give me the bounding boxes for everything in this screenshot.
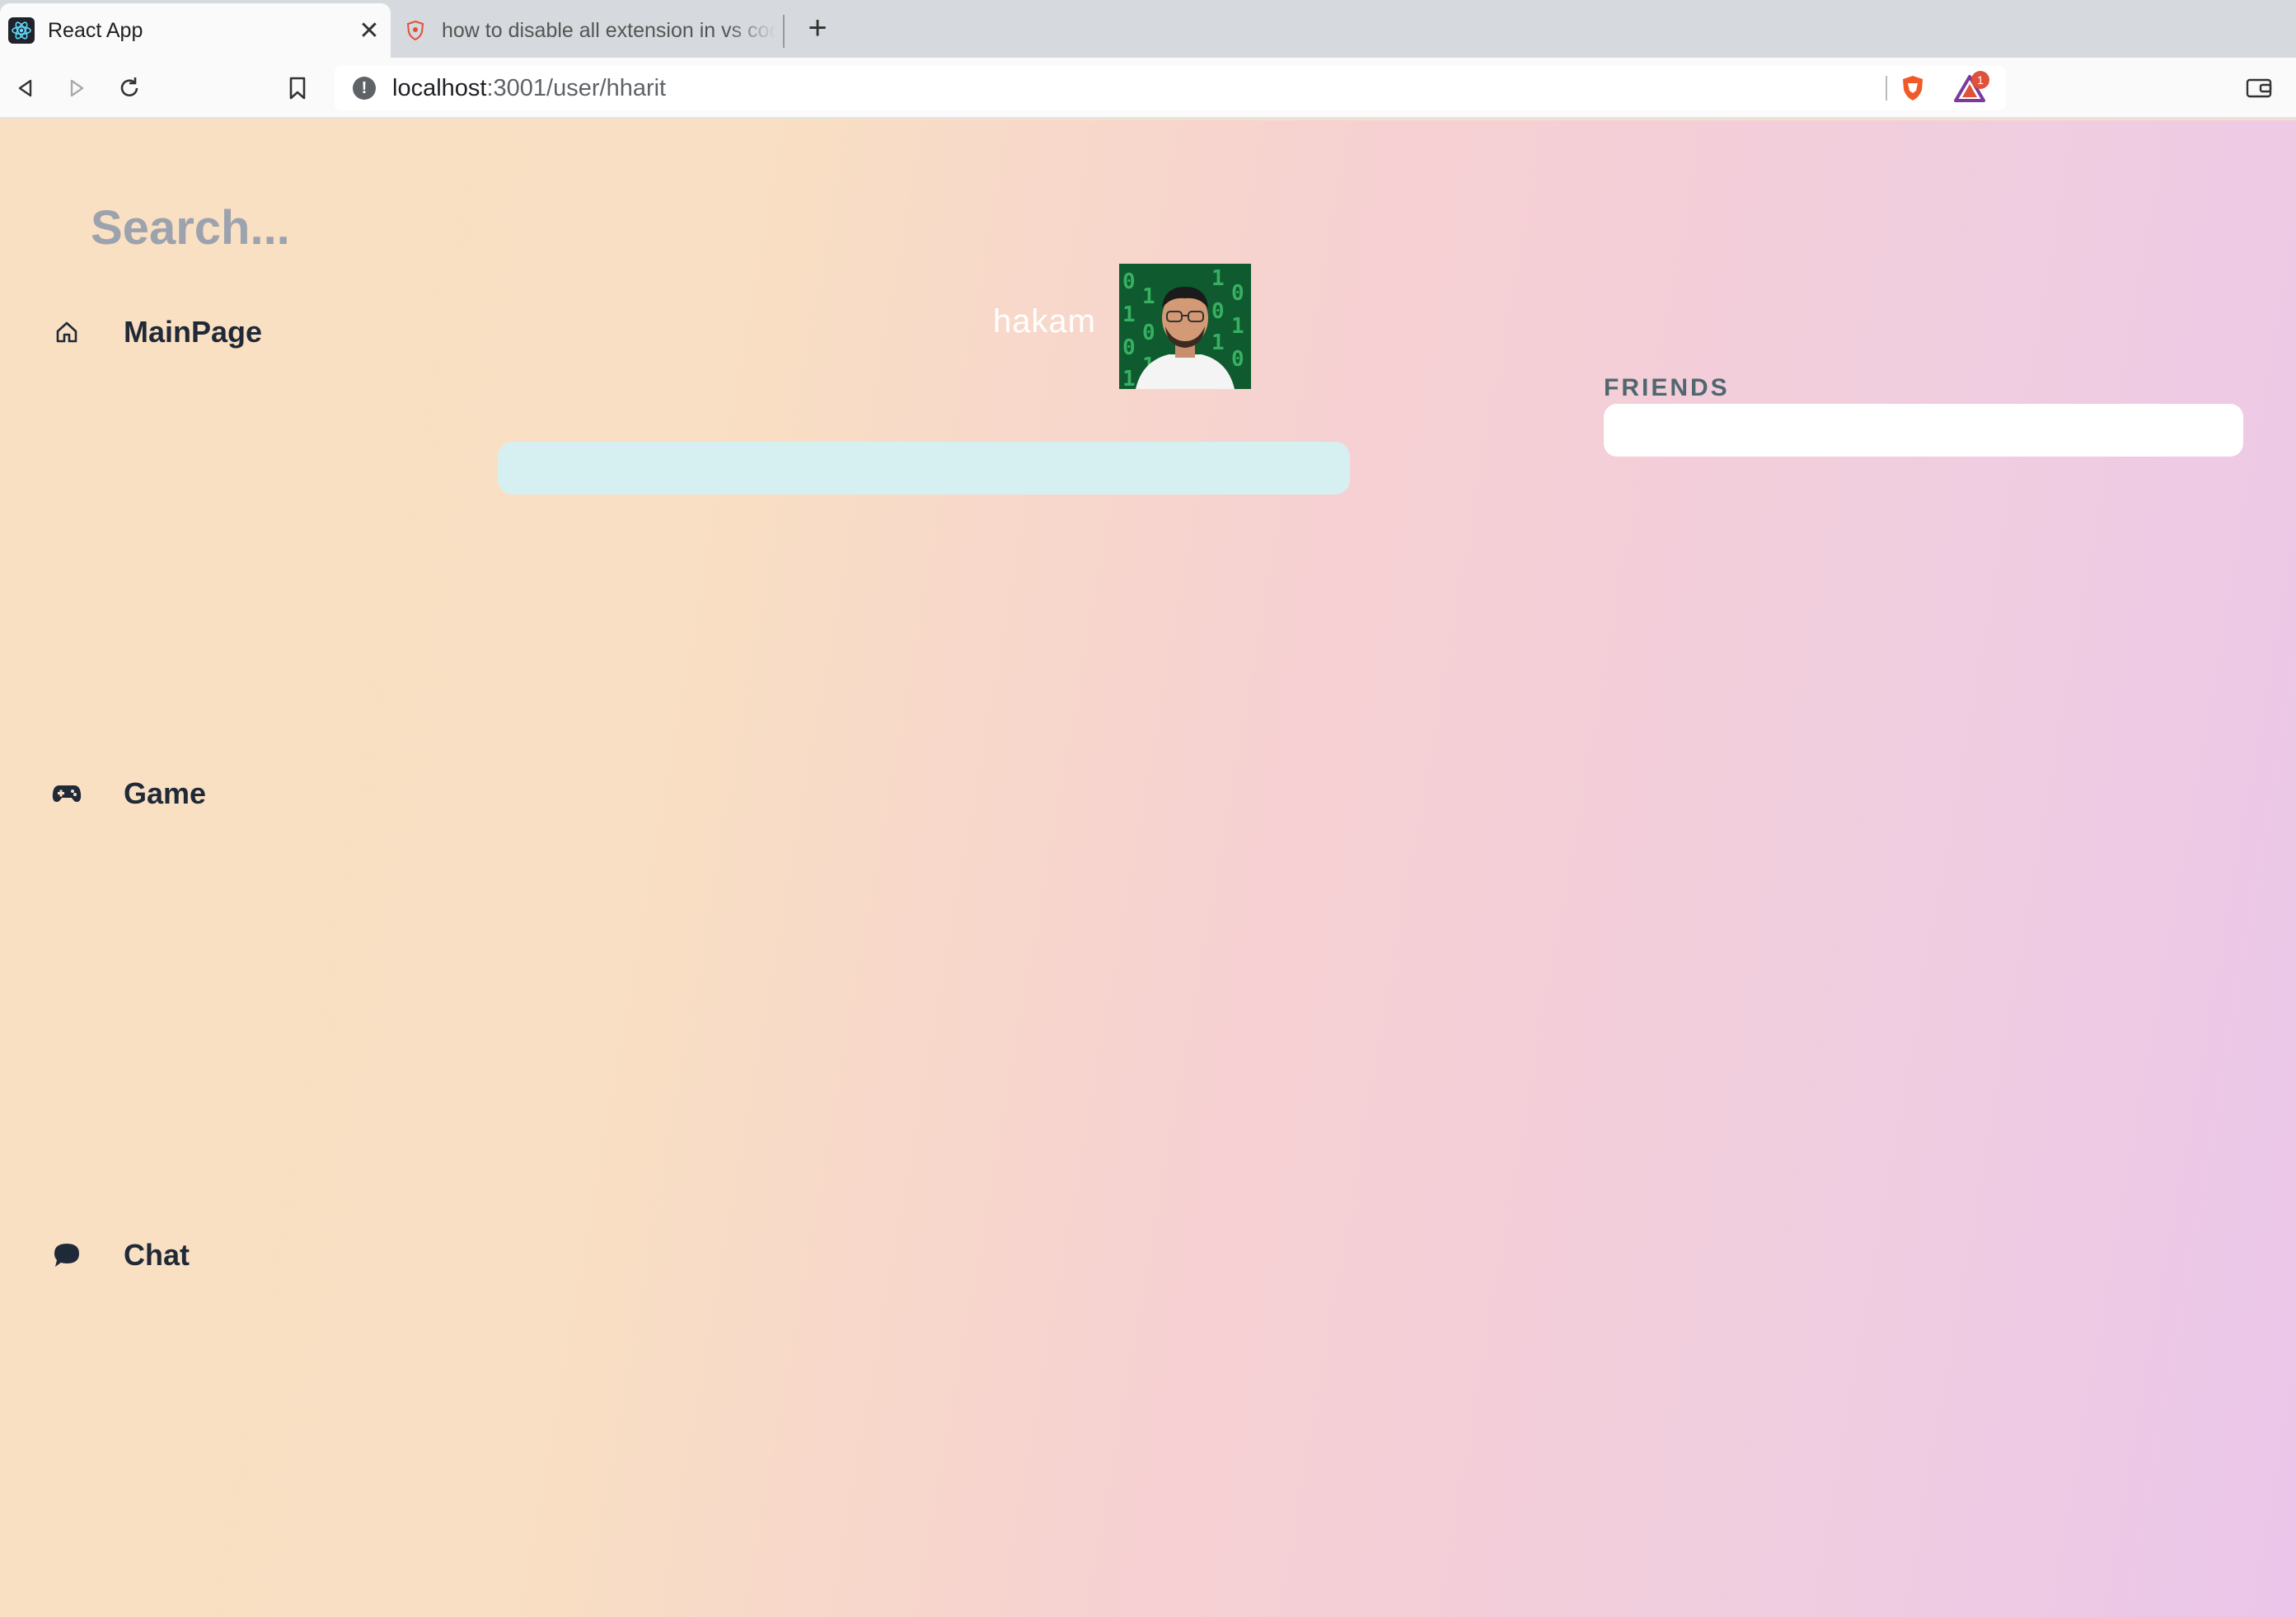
site-info-icon[interactable]: ! [353,77,376,100]
friends-list [1604,404,2243,457]
notification-badge: 1 [1971,71,1989,89]
plus-icon[interactable]: + [801,12,834,45]
svg-text:1: 1 [1231,314,1244,339]
svg-text:0: 0 [1122,335,1136,360]
brave-shield-icon [402,17,429,44]
brave-rewards-icon[interactable]: 1 [1953,71,1989,104]
svg-text:1: 1 [1122,367,1136,389]
browser-toolbar: ! localhost:3001/user/hharit 1 [0,58,2296,119]
svg-text:0: 0 [1142,321,1155,345]
search-input[interactable] [91,188,585,267]
forward-icon[interactable] [58,69,96,107]
bookmark-icon[interactable] [279,69,316,107]
divider [1886,76,1887,101]
level-progress-bar [498,442,1350,494]
svg-text:1: 1 [1211,330,1225,355]
url-path: :3001/user/hharit [486,74,667,101]
wallet-icon[interactable] [2240,69,2278,107]
close-icon[interactable]: ✕ [353,14,386,47]
profile-username: hakam [992,303,1096,340]
home-icon [48,313,86,351]
page-content: hakam 0101 101 1010 010 FRIENDS [0,120,2296,1617]
nav-item-label: MainPage [124,315,263,349]
browser-tab-strip: React App ✕ how to disable all extension… [0,0,2296,58]
tab-title: React App [48,18,143,42]
friends-heading: FRIENDS [1604,374,1730,401]
svg-text:1: 1 [1142,284,1155,309]
svg-text:0: 0 [1122,270,1136,294]
svg-text:0: 0 [1231,347,1244,372]
url-host: localhost [392,74,487,101]
chat-bubble-icon [48,1236,86,1274]
tab-title: how to disable all extension in vs code [442,18,776,42]
nav-item-label: Chat [124,1238,190,1272]
avatar[interactable]: 0101 101 1010 010 [1119,264,1251,389]
brave-shields-icon[interactable] [1899,74,1927,102]
tab-vs-code-search[interactable]: how to disable all extension in vs code [394,3,785,58]
svg-text:1: 1 [1122,302,1136,327]
url-text: localhost:3001/user/hharit [392,75,666,102]
svg-text:0: 0 [1211,299,1225,324]
nav-item-chat[interactable]: Chat [48,1226,190,1284]
nav-item-label: Game [124,776,207,810]
nav-item-game[interactable]: Game [48,765,206,823]
svg-text:1: 1 [1211,266,1225,291]
reload-icon[interactable] [110,69,148,107]
gamepad-icon [48,775,86,813]
tab-react-app[interactable]: React App ✕ [0,3,391,58]
address-bar[interactable]: ! localhost:3001/user/hharit 1 [335,66,2006,110]
svg-text:0: 0 [1231,281,1244,306]
react-logo-icon [8,17,35,44]
nav-item-mainpage[interactable]: MainPage [48,303,262,361]
back-icon[interactable] [7,69,45,107]
